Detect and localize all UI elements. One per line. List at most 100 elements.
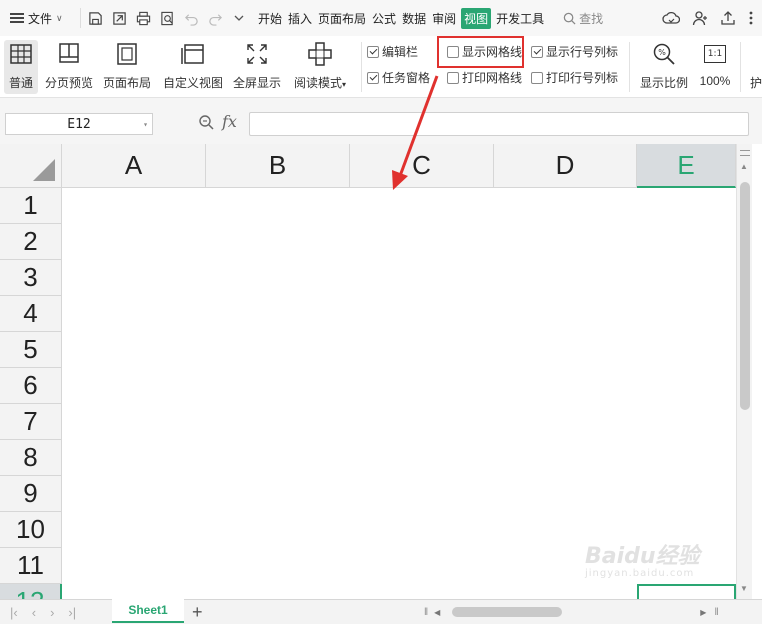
page-break-preview-button[interactable]: 分页预览	[44, 40, 94, 91]
save-icon[interactable]	[87, 10, 103, 26]
page-layout-view-button[interactable]: 页面布局	[102, 40, 152, 91]
first-sheet-icon[interactable]: |‹	[10, 605, 18, 620]
vertical-scroll-thumb[interactable]	[740, 182, 750, 410]
hamburger-icon	[10, 13, 24, 23]
undo-icon[interactable]	[183, 10, 199, 26]
more-icon[interactable]	[748, 10, 754, 26]
column-header-e[interactable]: E	[637, 144, 736, 188]
formula-bar-checkbox-label: 编辑栏	[382, 45, 419, 59]
zoom-label: 显示比例	[639, 76, 688, 90]
add-sheet-button[interactable]: +	[192, 602, 203, 623]
show-headers-checkbox[interactable]: 显示行号列标	[531, 43, 618, 60]
sheet-grid[interactable]: A B C D E 1 2 3 4 5 6 7 8 9 10 11 12	[0, 144, 736, 599]
tab-developer[interactable]: 开发工具	[495, 8, 545, 29]
vertical-scrollbar[interactable]: ▲ ▼	[736, 144, 752, 599]
row-header-9[interactable]: 9	[0, 476, 62, 512]
name-box[interactable]: E12 ▾	[5, 113, 153, 135]
upload-icon[interactable]	[720, 10, 736, 26]
scroll-down-icon[interactable]: ▼	[740, 584, 748, 593]
row-header-5[interactable]: 5	[0, 332, 62, 368]
zoom-100-icon: 1:1	[701, 40, 729, 68]
print-gridlines-check-box[interactable]	[447, 71, 459, 84]
search-label: 查找	[579, 11, 604, 26]
column-header-c[interactable]: C	[350, 144, 494, 188]
row-header-1[interactable]: 1	[0, 188, 62, 224]
redo-icon[interactable]	[207, 10, 223, 26]
sheet-nav-buttons: |‹ ‹ › ›|	[0, 605, 112, 620]
last-sheet-icon[interactable]: ›|	[68, 605, 76, 620]
page-break-preview-label: 分页预览	[44, 76, 93, 90]
watermark-brand: Baidu经验	[585, 544, 700, 569]
hscroll-right-grip-icon[interactable]: ‖	[714, 607, 718, 618]
row-header-6[interactable]: 6	[0, 368, 62, 404]
name-box-dropdown-icon[interactable]: ▾	[143, 120, 148, 129]
horizontal-scrollbar[interactable]: ‖ ◀ ▶ ‖	[424, 604, 754, 620]
custom-view-button[interactable]: 自定义视图	[162, 40, 224, 91]
formula-bar-checkbox[interactable]: 编辑栏	[367, 43, 418, 60]
row-header-7[interactable]: 7	[0, 404, 62, 440]
task-pane-checkbox-label: 任务窗格	[382, 71, 431, 85]
scroll-left-icon[interactable]: ◀	[434, 608, 440, 617]
sheet-tab-sheet1[interactable]: Sheet1	[112, 599, 184, 623]
hscroll-grip-icon[interactable]: ‖	[424, 607, 428, 618]
share-user-icon[interactable]	[692, 10, 708, 26]
fullscreen-button[interactable]: 全屏显示	[232, 40, 282, 91]
row-header-4[interactable]: 4	[0, 296, 62, 332]
tab-view[interactable]: 视图	[461, 7, 492, 29]
row-header-11[interactable]: 11	[0, 548, 62, 584]
show-headers-check-box[interactable]	[531, 45, 543, 58]
file-menu-button[interactable]: 文件 ∨	[0, 0, 80, 36]
horizontal-scroll-thumb[interactable]	[452, 607, 563, 617]
print-headers-checkbox[interactable]: 打印行号列标	[531, 69, 618, 86]
formula-bar: E12 ▾ fx	[0, 98, 762, 144]
tab-formulas[interactable]: 公式	[371, 8, 397, 29]
prev-sheet-icon[interactable]: ‹	[32, 605, 36, 620]
task-pane-check-box[interactable]	[367, 71, 379, 84]
row-header-8[interactable]: 8	[0, 440, 62, 476]
print-headers-check-box[interactable]	[531, 71, 543, 84]
ribbon-tabs: 开始 插入 页面布局 公式 数据 审阅 视图 开发工具	[257, 7, 545, 29]
normal-view-button[interactable]: 普通	[4, 40, 38, 94]
ribbon-separator	[629, 42, 630, 92]
zoom-icon: %	[650, 40, 678, 68]
task-pane-checkbox[interactable]: 任务窗格	[367, 69, 430, 86]
row-header-2[interactable]: 2	[0, 224, 62, 260]
row-header-12[interactable]: 12	[0, 584, 62, 599]
ribbon-separator	[740, 42, 741, 92]
print-gridlines-checkbox[interactable]: 打印网格线	[447, 69, 522, 86]
baidu-watermark: Baidu经验 jingyan.baidu.com	[585, 538, 700, 579]
tab-insert[interactable]: 插入	[287, 8, 313, 29]
row-header-10[interactable]: 10	[0, 512, 62, 548]
tab-home[interactable]: 开始	[257, 8, 283, 29]
cloud-sync-icon[interactable]	[662, 10, 680, 26]
export-icon[interactable]	[111, 10, 127, 26]
search-button[interactable]: 查找	[563, 10, 603, 27]
column-header-a[interactable]: A	[62, 144, 206, 188]
zoom-formula-icon[interactable]	[198, 114, 214, 130]
next-sheet-icon[interactable]: ›	[50, 605, 54, 620]
print-preview-icon[interactable]	[159, 10, 175, 26]
tab-review[interactable]: 审阅	[431, 8, 457, 29]
ribbon-overflow-label[interactable]: 护	[750, 74, 762, 91]
show-headers-checkbox-label: 显示行号列标	[546, 45, 619, 59]
scroll-up-icon[interactable]: ▲	[740, 162, 748, 171]
horizontal-scroll-track[interactable]	[444, 607, 696, 617]
formula-bar-check-box[interactable]	[367, 45, 379, 58]
select-all-corner[interactable]	[0, 144, 62, 188]
print-icon[interactable]	[135, 10, 151, 26]
scroll-right-icon[interactable]: ▶	[700, 608, 706, 617]
column-header-d[interactable]: D	[494, 144, 637, 188]
formula-tools: fx	[198, 112, 237, 131]
row-header-3[interactable]: 3	[0, 260, 62, 296]
ribbon-separator	[361, 42, 362, 92]
tab-page-layout[interactable]: 页面布局	[317, 8, 367, 29]
column-header-b[interactable]: B	[206, 144, 350, 188]
reading-mode-button[interactable]: 阅读模式▾	[290, 40, 350, 91]
customize-chevron-icon[interactable]	[231, 10, 247, 26]
formula-input[interactable]	[249, 112, 749, 136]
zoom-button[interactable]: % 显示比例	[638, 40, 690, 91]
insert-function-button[interactable]: fx	[222, 112, 237, 131]
selected-cell[interactable]	[637, 584, 736, 599]
zoom-100-button[interactable]: 1:1 100%	[696, 40, 734, 88]
tab-data[interactable]: 数据	[401, 8, 427, 29]
